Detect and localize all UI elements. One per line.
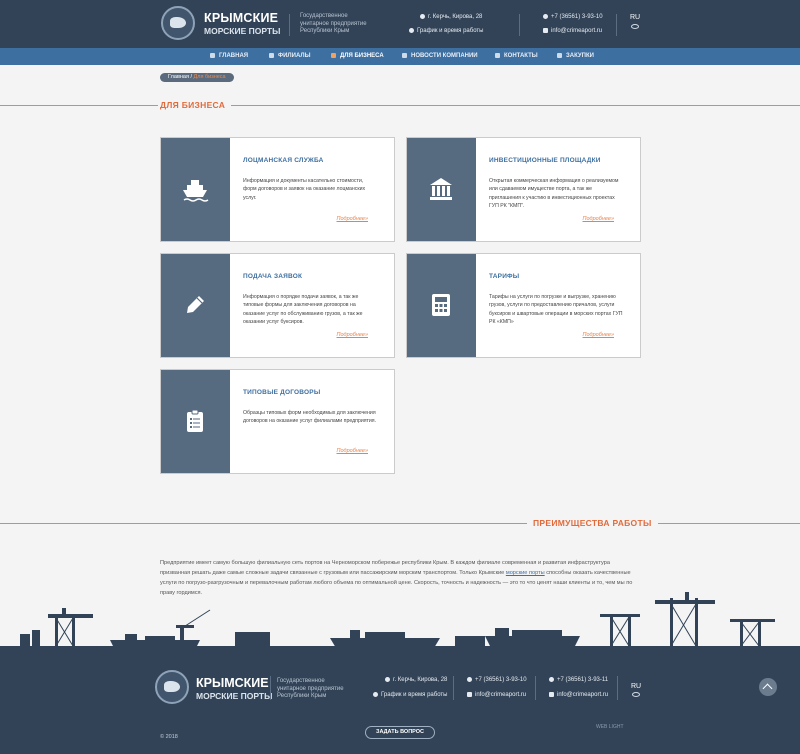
card-pilot-service[interactable]: ЛОЦМАНСКАЯ СЛУЖБА Информация и документы… bbox=[160, 137, 395, 242]
card-icon-panel bbox=[161, 254, 230, 357]
phone-icon bbox=[549, 677, 554, 682]
business-icon bbox=[331, 52, 336, 58]
phone-icon bbox=[467, 677, 472, 682]
card-title[interactable]: ИНВЕСТИЦИОННЫЕ ПЛОЩАДКИ bbox=[489, 157, 601, 164]
clock-icon bbox=[409, 28, 414, 33]
location-pin-icon bbox=[420, 14, 425, 19]
footer-divider bbox=[270, 676, 271, 700]
header-divider bbox=[519, 14, 520, 36]
footer-org-name: Государственное унитарное предприятие Ре… bbox=[277, 678, 344, 699]
org-name: Государственное унитарное предприятие Ре… bbox=[300, 13, 367, 34]
footer-email-1[interactable]: info@crimeaport.ru bbox=[467, 692, 526, 698]
calculator-icon bbox=[432, 294, 450, 316]
envelope-icon bbox=[549, 692, 554, 697]
home-icon bbox=[210, 52, 215, 58]
header-email[interactable]: info@crimeaport.ru bbox=[543, 28, 602, 34]
advantages-title: ПРЕИМУЩЕСТВА РАБОТЫ bbox=[527, 518, 658, 528]
footer-divider bbox=[617, 676, 618, 700]
more-link[interactable]: Подробнее» bbox=[337, 216, 369, 222]
envelope-icon bbox=[467, 692, 472, 697]
footer-logo-title[interactable]: КРЫМСКИЕ bbox=[196, 677, 269, 690]
card-icon-panel bbox=[161, 370, 230, 473]
seaports-link[interactable]: морские порты bbox=[506, 570, 545, 576]
breadcrumb-current: Для бизнеса bbox=[193, 74, 226, 80]
nav-item-branches[interactable]: ФИЛИАЛЫ bbox=[269, 48, 310, 65]
schedule-link[interactable]: График и время работы bbox=[409, 28, 483, 34]
card-icon-panel bbox=[161, 138, 230, 241]
breadcrumb-home[interactable]: Главная bbox=[168, 74, 189, 80]
title-rule bbox=[0, 105, 800, 106]
footer-logo-emblem-icon[interactable] bbox=[155, 670, 189, 704]
logo-subtitle[interactable]: МОРСКИЕ ПОРТЫ bbox=[204, 26, 280, 36]
page-title: ДЛЯ БИЗНЕСА bbox=[158, 100, 232, 110]
card-standard-contracts[interactable]: ТИПОВЫЕ ДОГОВОРЫ Образцы типовых форм не… bbox=[160, 369, 395, 474]
card-title[interactable]: ТИПОВЫЕ ДОГОВОРЫ bbox=[243, 389, 320, 396]
card-applications[interactable]: ПОДАЧА ЗАЯВОК Информация о порядке подач… bbox=[160, 253, 395, 358]
card-title[interactable]: ПОДАЧА ЗАЯВОК bbox=[243, 273, 302, 280]
envelope-icon bbox=[543, 28, 548, 33]
footer-language-switcher[interactable]: RU bbox=[631, 683, 641, 690]
footer-phone-2[interactable]: +7 (36561) 3-93-11 bbox=[549, 677, 608, 683]
logo-title[interactable]: КРЫМСКИЕ bbox=[204, 12, 278, 25]
developer-logo[interactable]: WEB LIGHT bbox=[596, 724, 624, 730]
card-description: Информация и документы касательно стоимо… bbox=[243, 178, 366, 201]
phone-icon bbox=[543, 14, 548, 19]
card-description: Тарифы на услуги по погрузке и выгрузке,… bbox=[489, 294, 623, 326]
breadcrumb: Главная / Для бизнеса bbox=[160, 73, 234, 82]
ship-icon bbox=[183, 180, 209, 202]
footer-divider bbox=[453, 676, 454, 700]
card-description: Открытая коммерческая информация о реали… bbox=[489, 178, 619, 210]
contacts-icon bbox=[495, 52, 500, 58]
more-link[interactable]: Подробнее» bbox=[583, 332, 615, 338]
purchases-icon bbox=[557, 52, 562, 58]
scroll-to-top-button[interactable] bbox=[759, 678, 777, 696]
clipboard-icon bbox=[187, 409, 203, 432]
port-skyline-illustration bbox=[0, 592, 800, 652]
card-investment-sites[interactable]: ИНВЕСТИЦИОННЫЕ ПЛОЩАДКИ Открытая коммерч… bbox=[406, 137, 641, 242]
footer-phone-1[interactable]: +7 (36561) 3-93-10 bbox=[467, 677, 527, 683]
footer-logo-subtitle[interactable]: МОРСКИЕ ПОРТЫ bbox=[196, 691, 272, 701]
card-description: Образцы типовых форм необходимых для зак… bbox=[243, 410, 377, 425]
site-footer: КРЫМСКИЕ МОРСКИЕ ПОРТЫ Государственное у… bbox=[0, 652, 800, 754]
card-icon-panel bbox=[407, 138, 476, 241]
bank-icon bbox=[430, 178, 452, 200]
main-nav: ГЛАВНАЯ ФИЛИАЛЫ ДЛЯ БИЗНЕСА НОВОСТИ КОМП… bbox=[0, 48, 800, 65]
location-pin-icon bbox=[385, 677, 390, 682]
footer-schedule-link[interactable]: График и время работы bbox=[373, 692, 447, 698]
header-divider bbox=[616, 14, 617, 36]
nav-item-business[interactable]: ДЛЯ БИЗНЕСА bbox=[331, 48, 384, 65]
more-link[interactable]: Подробнее» bbox=[337, 448, 369, 454]
footer-email-2[interactable]: info@crimeaport.ru bbox=[549, 692, 608, 698]
card-description: Информация о порядке подачи заявок, а та… bbox=[243, 294, 363, 326]
nav-item-purchases[interactable]: ЗАКУПКИ bbox=[557, 48, 594, 65]
breadcrumb-separator: / bbox=[190, 74, 192, 80]
footer-divider bbox=[535, 676, 536, 700]
copyright: © 2018 bbox=[160, 734, 178, 740]
card-title[interactable]: ТАРИФЫ bbox=[489, 273, 519, 280]
card-tariffs[interactable]: ТАРИФЫ Тарифы на услуги по погрузке и вы… bbox=[406, 253, 641, 358]
nav-item-news[interactable]: НОВОСТИ КОМПАНИИ bbox=[402, 48, 478, 65]
more-link[interactable]: Подробнее» bbox=[583, 216, 615, 222]
card-icon-panel bbox=[407, 254, 476, 357]
language-switcher[interactable]: RU bbox=[630, 14, 640, 21]
logo-emblem-icon[interactable] bbox=[161, 6, 195, 40]
header-address: г. Керчь, Кирова, 28 bbox=[420, 14, 482, 20]
pencil-icon bbox=[187, 296, 204, 313]
footer-accessibility-eye-icon[interactable] bbox=[632, 692, 640, 697]
branches-icon bbox=[269, 52, 274, 58]
accessibility-eye-icon[interactable] bbox=[631, 24, 639, 29]
site-header: КРЫМСКИЕ МОРСКИЕ ПОРТЫ Государственное у… bbox=[0, 0, 800, 48]
header-divider bbox=[289, 14, 290, 36]
header-phone[interactable]: +7 (36561) 3-93-10 bbox=[543, 14, 603, 20]
advantages-rule bbox=[0, 523, 800, 524]
nav-item-home[interactable]: ГЛАВНАЯ bbox=[210, 48, 248, 65]
news-icon bbox=[402, 52, 407, 58]
nav-item-contacts[interactable]: КОНТАКТЫ bbox=[495, 48, 538, 65]
ask-question-button[interactable]: ЗАДАТЬ ВОПРОС bbox=[365, 726, 435, 739]
more-link[interactable]: Подробнее» bbox=[337, 332, 369, 338]
footer-address: г. Керчь, Кирова, 28 bbox=[385, 677, 447, 683]
card-title[interactable]: ЛОЦМАНСКАЯ СЛУЖБА bbox=[243, 157, 324, 164]
clock-icon bbox=[373, 692, 378, 697]
